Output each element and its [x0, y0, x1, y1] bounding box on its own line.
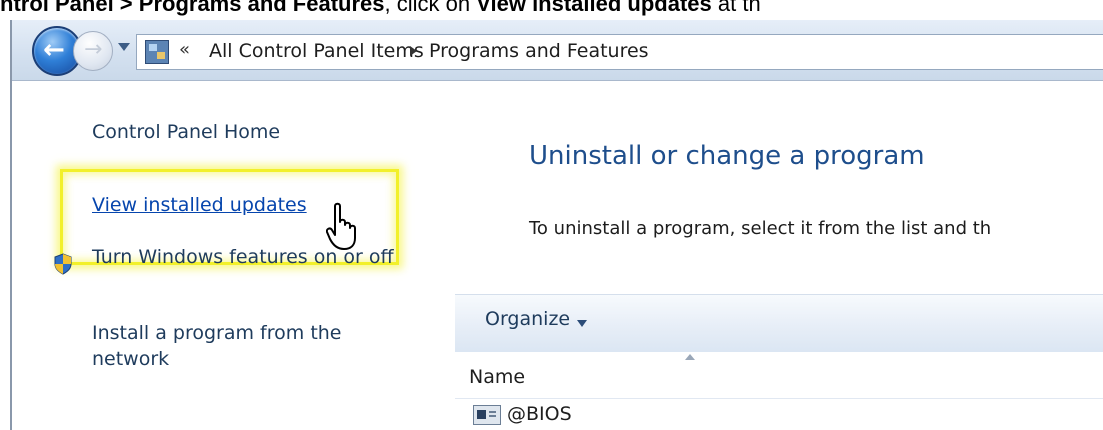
control-panel-home-link[interactable]: Control Panel Home	[92, 121, 280, 143]
caption-part-5: at th	[711, 0, 761, 16]
control-panel-icon	[145, 40, 169, 64]
navigation-bar: ← → « All Control Panel Items Programs a…	[12, 20, 1103, 81]
program-icon	[473, 405, 501, 425]
program-name: @BIOS	[507, 403, 572, 425]
forward-button[interactable]: →	[73, 31, 113, 71]
breadcrumb-all-control-panel-items[interactable]: All Control Panel Items	[209, 40, 424, 62]
sort-ascending-icon	[685, 354, 695, 360]
shield-icon	[54, 253, 72, 275]
hand-cursor-icon	[326, 202, 356, 250]
list-item[interactable]: @BIOS	[455, 399, 1103, 430]
command-bar: Organize	[455, 294, 1103, 353]
column-header-name[interactable]: Name	[469, 366, 525, 388]
caption-part-1: ntrol Panel	[0, 0, 114, 16]
caption-part-2: Programs and Features	[138, 0, 385, 16]
back-arrow-icon: ←	[43, 35, 65, 65]
tasks-pane: Control Panel Home View installed update…	[12, 81, 455, 430]
caption-separator: >	[113, 0, 139, 16]
install-from-network-link[interactable]: Install a program from the network	[92, 320, 422, 372]
address-bar[interactable]: « All Control Panel Items Programs and F…	[136, 34, 1103, 70]
breadcrumb-programs-and-features[interactable]: Programs and Features	[429, 40, 649, 62]
page-description: To uninstall a program, select it from t…	[529, 218, 992, 239]
instruction-caption: ntrol Panel > Programs and Features, cli…	[0, 0, 1103, 18]
column-header-row: Name	[455, 352, 1103, 399]
hidden-breadcrumbs-chevron[interactable]: «	[179, 39, 190, 60]
organize-dropdown-arrow-icon[interactable]	[577, 320, 587, 327]
view-installed-updates-link[interactable]: View installed updates	[92, 194, 307, 216]
caption-part-4: View installed updates	[476, 0, 712, 16]
turn-windows-features-link[interactable]: Turn Windows features on or off	[92, 244, 452, 270]
main-content: Uninstall or change a program To uninsta…	[455, 81, 1103, 430]
programs-and-features-window: ← → « All Control Panel Items Programs a…	[10, 20, 1103, 430]
forward-arrow-icon: →	[84, 37, 103, 62]
caption-part-3: , click on	[384, 0, 477, 16]
breadcrumb-separator-arrow-icon[interactable]	[410, 46, 417, 56]
organize-button[interactable]: Organize	[485, 308, 570, 330]
recent-pages-dropdown[interactable]	[118, 43, 130, 51]
page-title: Uninstall or change a program	[529, 141, 925, 171]
